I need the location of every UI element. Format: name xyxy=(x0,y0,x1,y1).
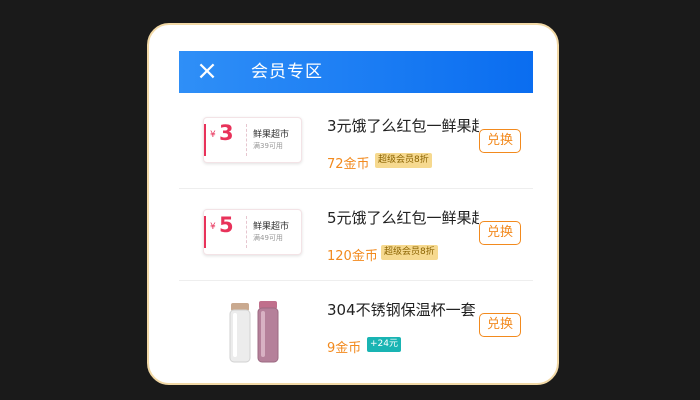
extra-cash-badge: +24元 xyxy=(367,337,401,352)
coupon-currency: ¥ xyxy=(210,222,216,232)
page-header: × 会员专区 xyxy=(179,51,533,93)
list-item[interactable]: 304不锈钢保温杯一套 9金币 +24元 兑换 xyxy=(179,281,533,372)
page-title: 会员专区 xyxy=(251,62,323,82)
redeem-button[interactable]: 兑换 xyxy=(479,129,521,153)
coupon-thumbnail: ¥ 3 鲜果超市 满39可用 xyxy=(203,117,302,163)
item-name: 3元饿了么红包一鲜果超市 xyxy=(327,117,479,135)
reward-list: ¥ 3 鲜果超市 满39可用 3元饿了么红包一鲜果超市 72金币 超级会员8折 … xyxy=(179,97,533,372)
coupon-shop: 鲜果超市 xyxy=(253,222,290,232)
list-item[interactable]: ¥ 3 鲜果超市 满39可用 3元饿了么红包一鲜果超市 72金币 超级会员8折 … xyxy=(179,97,533,189)
phone-frame: × 会员专区 ¥ 3 鲜果超市 满39可用 3元饿了么红包一鲜果超市 72金币 … xyxy=(147,23,559,385)
item-name: 304不锈钢保温杯一套 xyxy=(327,301,476,319)
coupon-thumbnail: ¥ 5 鲜果超市 满49可用 xyxy=(203,209,302,255)
coupon-shop: 鲜果超市 xyxy=(253,130,290,140)
item-price: 9金币 xyxy=(327,341,362,356)
redeem-button[interactable]: 兑换 xyxy=(479,221,521,245)
coupon-amount: 5 xyxy=(219,213,234,237)
coupon-currency: ¥ xyxy=(210,130,216,140)
close-icon[interactable]: × xyxy=(195,57,219,85)
coupon-condition: 满39可用 xyxy=(253,142,283,150)
vip-discount-badge: 超级会员8折 xyxy=(375,153,432,168)
item-price: 120金币 xyxy=(327,249,378,264)
coupon-condition: 满49可用 xyxy=(253,234,283,242)
thermos-bottles-image xyxy=(223,299,313,363)
vip-discount-badge: 超级会员8折 xyxy=(381,245,438,260)
item-name: 5元饿了么红包一鲜果超市 xyxy=(327,209,479,227)
list-item[interactable]: ¥ 5 鲜果超市 满49可用 5元饿了么红包一鲜果超市 120金币 超级会员8折… xyxy=(179,189,533,281)
coupon-amount: 3 xyxy=(219,121,234,145)
item-price: 72金币 xyxy=(327,157,370,172)
redeem-button[interactable]: 兑换 xyxy=(479,313,521,337)
